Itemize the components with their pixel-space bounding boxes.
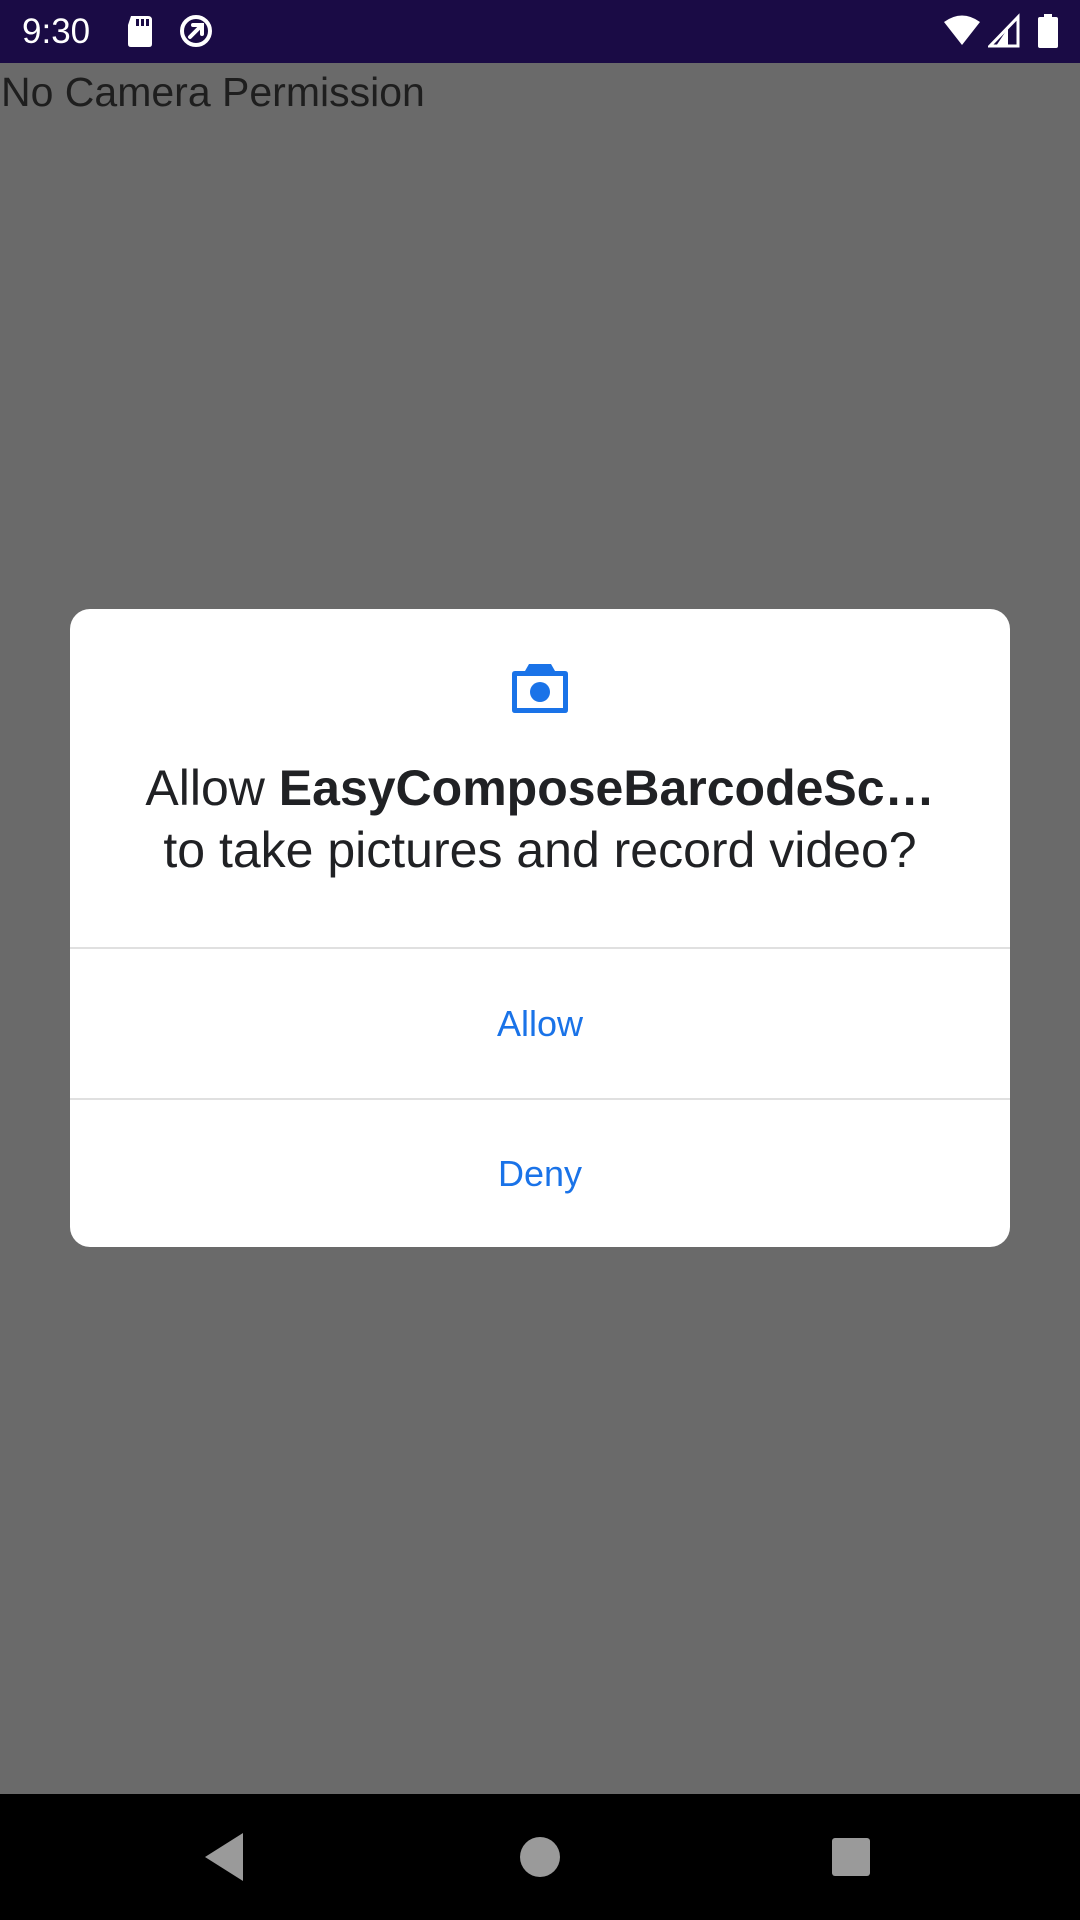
dialog-message-line-2: to take pictures and record video? <box>163 822 917 878</box>
circle-at-icon <box>180 15 212 47</box>
status-bar: 9:30 <box>0 0 1080 63</box>
battery-icon <box>1038 14 1058 48</box>
dialog-message-line-1: Allow EasyComposeBarcodeSc… <box>70 757 1010 819</box>
navigation-bar <box>0 1794 1080 1920</box>
status-time: 9:30 <box>22 12 91 51</box>
deny-button[interactable]: Deny <box>70 1100 1010 1247</box>
signal-icon <box>988 13 1020 48</box>
wifi-icon <box>944 15 980 45</box>
permission-dialog: Allow EasyComposeBarcodeSc… to take pict… <box>70 609 1010 1247</box>
sd-card-icon <box>128 16 152 47</box>
recents-icon[interactable] <box>821 1827 881 1887</box>
dialog-message: Allow EasyComposeBarcodeSc… to take pict… <box>70 757 1010 881</box>
no-permission-text: No Camera Permission <box>1 69 425 115</box>
camera-icon <box>512 664 568 713</box>
dialog-app-name: EasyComposeBarcodeSc… <box>278 760 935 816</box>
allow-button[interactable]: Allow <box>70 949 1010 1098</box>
dialog-message-prefix: Allow <box>145 760 279 816</box>
home-icon[interactable] <box>510 1827 570 1887</box>
back-icon[interactable] <box>195 1827 255 1887</box>
